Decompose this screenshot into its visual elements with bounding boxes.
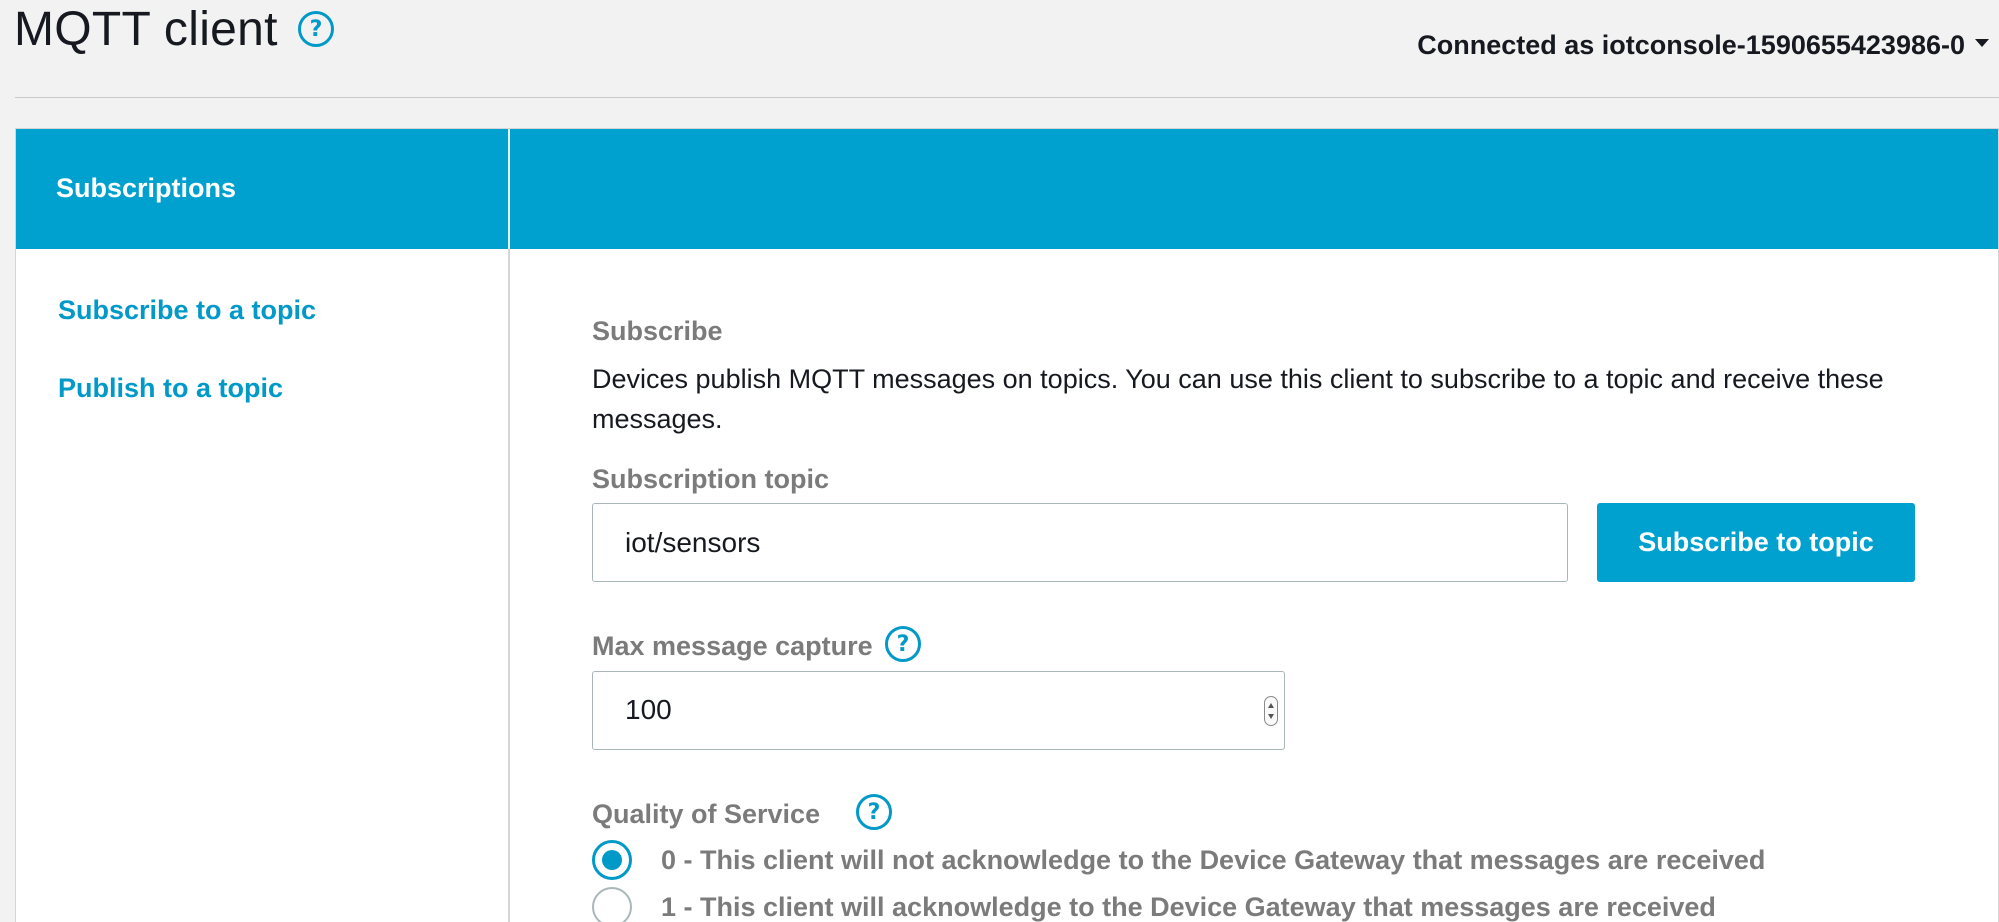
- sidebar-item-subscribe[interactable]: Subscribe to a topic: [58, 295, 316, 326]
- max-capture-label: Max message capture: [592, 631, 873, 661]
- connection-dropdown[interactable]: Connected as iotconsole-1590655423986-0: [1417, 30, 1989, 61]
- caret-down-icon: [1975, 38, 1989, 47]
- sidebar-item-publish[interactable]: Publish to a topic: [58, 373, 283, 404]
- number-stepper-icon[interactable]: [1264, 696, 1278, 726]
- subscription-topic-label: Subscription topic: [592, 464, 830, 494]
- sidebar-title: Subscriptions: [56, 173, 237, 203]
- mqtt-panel: Subscriptions Subscribe to a topic Publi…: [15, 128, 1999, 922]
- max-capture-value: 100: [625, 694, 672, 725]
- qos-label: Quality of Service: [592, 799, 821, 829]
- help-icon[interactable]: ?: [298, 11, 334, 47]
- connection-status: Connected as iotconsole-1590655423986-0: [1417, 30, 1965, 60]
- qos-option-1[interactable]: 1 - This client will acknowledge to the …: [592, 887, 1716, 922]
- radio-selected-icon[interactable]: [592, 840, 632, 880]
- help-icon[interactable]: ?: [856, 794, 892, 830]
- page-title: MQTT client: [14, 3, 278, 56]
- header-column-divider: [508, 129, 510, 249]
- subscribe-form: Subscribe Devices publish MQTT messages …: [592, 129, 1992, 922]
- section-description: Devices publish MQTT messages on topics.…: [592, 364, 1884, 434]
- section-heading: Subscribe: [592, 316, 723, 346]
- qos-option-label: 0 - This client will not acknowledge to …: [661, 844, 1766, 875]
- mqtt-client-page: MQTT client ? Connected as iotconsole-15…: [0, 0, 1999, 922]
- radio-unselected-icon[interactable]: [592, 887, 632, 922]
- header-divider: [15, 97, 1999, 98]
- subscription-topic-input[interactable]: [592, 503, 1568, 582]
- max-capture-input[interactable]: 100: [592, 671, 1285, 750]
- qos-option-label: 1 - This client will acknowledge to the …: [661, 891, 1716, 922]
- help-icon[interactable]: ?: [885, 626, 921, 662]
- subscribe-button[interactable]: Subscribe to topic: [1597, 503, 1915, 582]
- qos-option-0[interactable]: 0 - This client will not acknowledge to …: [592, 840, 1765, 880]
